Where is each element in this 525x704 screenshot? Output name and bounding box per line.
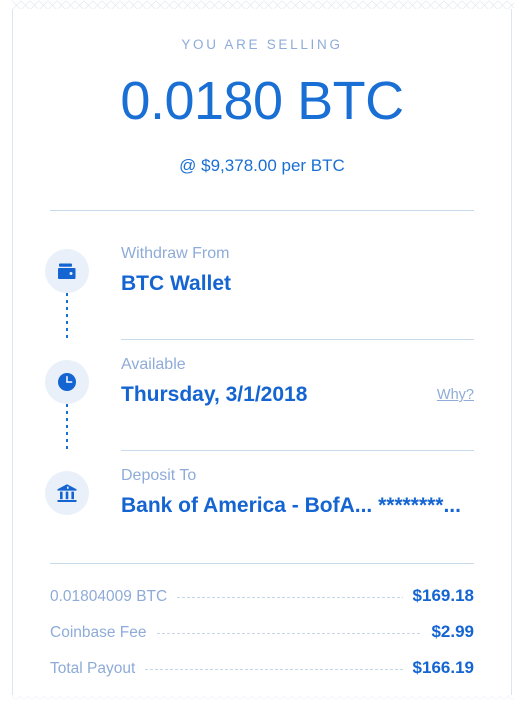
wallet-icon (45, 249, 89, 293)
fee-label: 0.01804009 BTC (50, 588, 168, 605)
selling-eyebrow-label: YOU ARE SELLING (181, 37, 343, 52)
receipt-header: YOU ARE SELLING 0.0180 BTC @ $9,378.00 p… (13, 9, 511, 176)
why-link[interactable]: Why? (437, 387, 474, 403)
exchange-rate: @ $9,378.00 per BTC (179, 156, 345, 175)
transaction-timeline: Withdraw From BTC Wallet Available Thurs… (13, 245, 511, 543)
timeline-connector (66, 293, 68, 341)
fee-breakdown: 0.01804009 BTC $169.18 Coinbase Fee $2.9… (50, 586, 474, 678)
dotted-leader (145, 669, 403, 670)
timeline-row-withdraw-from: Withdraw From BTC Wallet (13, 245, 511, 341)
deposit-to-value: Bank of America - BofA... ********... (121, 493, 461, 517)
dotted-leader (177, 597, 403, 598)
fee-label: Coinbase Fee (50, 624, 147, 641)
clock-icon (45, 360, 89, 404)
available-field: Available Thursday, 3/1/2018 Why? (121, 356, 511, 407)
fee-row-total-payout: Total Payout $166.19 (50, 658, 474, 678)
available-value: Thursday, 3/1/2018 (121, 382, 308, 406)
fee-value: $166.19 (412, 658, 474, 677)
timeline-row-deposit-to: Deposit To Bank of America - BofA... ***… (13, 467, 511, 543)
available-label: Available (121, 356, 186, 373)
fee-row-coinbase-fee: Coinbase Fee $2.99 (50, 622, 474, 642)
withdraw-from-field: Withdraw From BTC Wallet (121, 245, 511, 296)
divider-above-fees (50, 563, 474, 564)
scalloped-bottom-edge (12, 695, 514, 703)
sell-amount: 0.0180 BTC (120, 71, 404, 131)
timeline-connector (66, 404, 68, 452)
withdraw-from-value: BTC Wallet (121, 271, 232, 295)
receipt-card: YOU ARE SELLING 0.0180 BTC @ $9,378.00 p… (12, 0, 514, 703)
timeline-row-available: Available Thursday, 3/1/2018 Why? (13, 356, 511, 452)
fee-label: Total Payout (50, 660, 136, 677)
icon-column (13, 467, 121, 515)
dotted-leader (156, 633, 422, 634)
divider-above-timeline (50, 210, 474, 211)
deposit-to-label: Deposit To (121, 467, 197, 484)
icon-column (13, 245, 121, 341)
deposit-to-field: Deposit To Bank of America - BofA... ***… (121, 467, 511, 518)
fee-value: $169.18 (412, 586, 474, 605)
perforated-top-edge (12, 0, 514, 9)
bank-icon (45, 471, 89, 515)
fee-row-btc-amount: 0.01804009 BTC $169.18 (50, 586, 474, 606)
withdraw-from-label: Withdraw From (121, 245, 230, 262)
fee-value: $2.99 (431, 622, 474, 641)
icon-column (13, 356, 121, 452)
